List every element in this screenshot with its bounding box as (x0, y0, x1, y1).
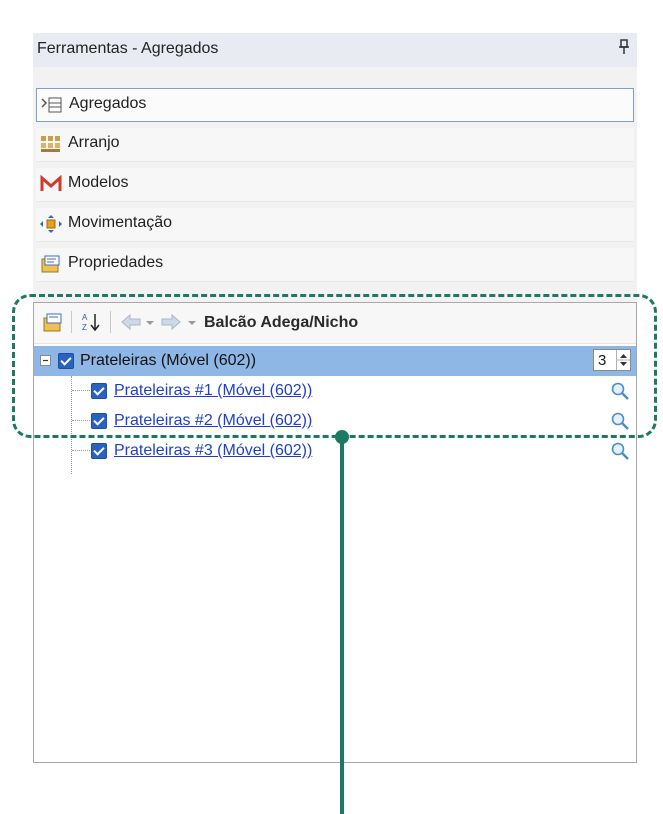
annotation-leader-line (340, 437, 344, 814)
modelos-icon (40, 174, 62, 193)
nav-item-modelos[interactable]: Modelos (36, 168, 634, 202)
nav-item-propriedades[interactable]: Propriedades (36, 248, 634, 282)
panel-title: Ferramentas - Agregados (37, 40, 219, 57)
nav-item-arranjo[interactable]: Arranjo (36, 128, 634, 162)
nav-label-modelos: Modelos (68, 174, 129, 191)
propriedades-icon (40, 255, 60, 273)
child-checkbox[interactable] (91, 443, 107, 459)
pin-icon[interactable] (619, 39, 629, 60)
annotation-highlight-box (12, 294, 657, 438)
nav-item-agregados[interactable]: Agregados (36, 88, 634, 122)
nav-item-movimentacao[interactable]: Movimentação (36, 208, 634, 242)
agregados-icon (41, 96, 62, 114)
zoom-icon[interactable] (610, 441, 630, 461)
arranjo-icon (40, 135, 60, 153)
tree-child-row[interactable]: Prateleiras #3 (Móvel (602)) (34, 437, 636, 465)
movimentacao-icon (40, 215, 62, 233)
child-link[interactable]: Prateleiras #3 (Móvel (602)) (114, 442, 312, 460)
nav-label-propriedades: Propriedades (68, 254, 164, 271)
panel-header: Ferramentas - Agregados (33, 33, 637, 68)
nav-label-arranjo: Arranjo (68, 134, 120, 151)
nav-label-agregados: Agregados (69, 95, 147, 112)
nav-label-movimentacao: Movimentação (68, 214, 173, 231)
